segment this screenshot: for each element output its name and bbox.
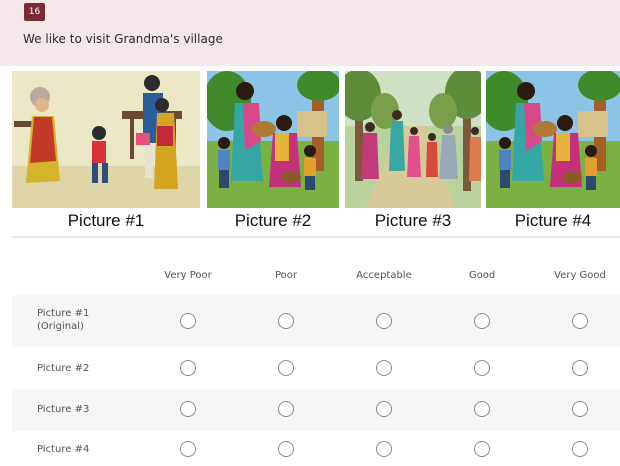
radio-picture-1-poor[interactable]: [278, 313, 294, 329]
picture-2-label: Picture #2: [234, 211, 312, 230]
radio-picture-2-good[interactable]: [474, 360, 490, 376]
rating-row-picture-2: Picture #2: [12, 347, 620, 389]
column-header-very-good: Very Good: [554, 270, 606, 281]
question-header: 16 We like to visit Grandma's village: [0, 0, 620, 66]
picture-3-image: [345, 71, 481, 208]
question-number-badge: 16: [24, 3, 45, 21]
radio-picture-1-acceptable[interactable]: [376, 313, 392, 329]
rating-row-picture-4: Picture #4: [12, 431, 620, 466]
column-header-poor: Poor: [274, 270, 298, 281]
radio-picture-4-acceptable[interactable]: [376, 441, 392, 457]
radio-picture-2-very-poor[interactable]: [180, 360, 196, 376]
rating-row-picture-1: Picture #1 (Original): [12, 295, 620, 347]
radio-picture-4-very-poor[interactable]: [180, 441, 196, 457]
radio-picture-1-good[interactable]: [474, 313, 490, 329]
radio-picture-1-very-poor[interactable]: [180, 313, 196, 329]
column-header-acceptable: Acceptable: [356, 270, 412, 281]
picture-4-image: [486, 71, 620, 208]
radio-picture-3-acceptable[interactable]: [376, 401, 392, 417]
radio-picture-4-poor[interactable]: [278, 441, 294, 457]
column-header-very-poor: Very Poor: [164, 270, 212, 281]
radio-picture-1-very-good[interactable]: [572, 313, 588, 329]
radio-picture-3-good[interactable]: [474, 401, 490, 417]
radio-picture-3-very-poor[interactable]: [180, 401, 196, 417]
radio-picture-4-very-good[interactable]: [572, 441, 588, 457]
radio-picture-4-good[interactable]: [474, 441, 490, 457]
picture-3-label: Picture #3: [374, 211, 452, 230]
picture-strip: Picture #1 Picture #2 Picture #3 Picture…: [0, 66, 620, 240]
picture-4-label: Picture #4: [514, 211, 592, 230]
column-header-good: Good: [468, 270, 496, 281]
section-divider: [12, 236, 620, 238]
picture-1-label: Picture #1: [67, 211, 145, 230]
radio-picture-3-poor[interactable]: [278, 401, 294, 417]
row-label: Picture #1 (Original): [37, 308, 90, 332]
radio-picture-2-poor[interactable]: [278, 360, 294, 376]
rating-row-picture-3: Picture #3: [12, 389, 620, 431]
question-text: We like to visit Grandma's village: [23, 32, 223, 46]
picture-2-image: [207, 71, 339, 208]
radio-picture-3-very-good[interactable]: [572, 401, 588, 417]
radio-picture-2-acceptable[interactable]: [376, 360, 392, 376]
row-label: Picture #2: [37, 363, 90, 374]
picture-1-image: [12, 71, 200, 208]
radio-picture-2-very-good[interactable]: [572, 360, 588, 376]
row-label: Picture #4: [37, 444, 90, 455]
row-label: Picture #3: [37, 404, 90, 415]
